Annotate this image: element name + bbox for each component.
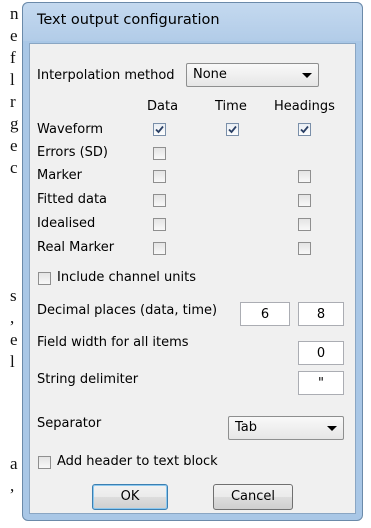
background-text: s xyxy=(10,286,17,305)
background-text: a xyxy=(10,454,18,473)
interpolation-value: None xyxy=(193,67,227,82)
real-marker-headings-checkbox[interactable] xyxy=(298,242,311,255)
checkmark-icon xyxy=(155,125,164,134)
include-units-checkbox[interactable] xyxy=(38,272,51,285)
marker-headings-checkbox[interactable] xyxy=(298,170,311,183)
string-delimiter-value: " xyxy=(318,376,324,391)
decimal-places-data-input[interactable]: 6 xyxy=(240,302,290,326)
decimal-places-data-value: 6 xyxy=(260,307,270,322)
string-delimiter-label: String delimiter xyxy=(37,372,139,387)
background-text: l xyxy=(10,70,15,89)
dialog-titlebar[interactable]: Text output configuration xyxy=(23,3,362,41)
chevron-down-icon xyxy=(327,426,337,431)
field-width-input[interactable]: 0 xyxy=(298,341,344,365)
row-label-idealised: Idealised xyxy=(37,216,96,231)
ok-button[interactable]: OK xyxy=(92,484,168,510)
column-header-headings: Headings xyxy=(274,99,335,114)
background-text: e xyxy=(10,26,18,45)
background-text: g xyxy=(10,114,19,133)
add-header-label[interactable]: Add header to text block xyxy=(57,454,218,469)
row-label-marker: Marker xyxy=(37,168,82,183)
background-text: , xyxy=(10,308,15,327)
row-label-fitted-data: Fitted data xyxy=(37,192,108,207)
field-width-label: Field width for all items xyxy=(37,335,189,350)
interpolation-select[interactable]: None xyxy=(186,63,319,87)
background-text: c xyxy=(10,158,18,177)
dialog-client-area: Interpolation method None Data Time Head… xyxy=(29,43,356,514)
decimal-places-time-value: 8 xyxy=(316,307,326,322)
row-label-real-marker: Real Marker xyxy=(37,240,115,255)
include-units-label[interactable]: Include channel units xyxy=(57,270,196,285)
separator-label: Separator xyxy=(37,416,102,431)
waveform-data-checkbox[interactable] xyxy=(153,123,166,136)
row-label-errors: Errors (SD) xyxy=(37,145,108,160)
waveform-headings-checkbox[interactable] xyxy=(298,123,311,136)
chevron-down-icon xyxy=(302,73,312,78)
text-output-dialog: Text output configuration Interpolation … xyxy=(22,2,363,521)
column-header-time: Time xyxy=(215,99,247,114)
dialog-title: Text output configuration xyxy=(37,12,220,28)
idealised-data-checkbox[interactable] xyxy=(153,218,166,231)
background-text: f xyxy=(10,48,16,67)
decimal-places-time-input[interactable]: 8 xyxy=(298,302,344,326)
interpolation-label: Interpolation method xyxy=(37,68,175,83)
field-width-value: 0 xyxy=(316,346,326,361)
background-text: e xyxy=(10,136,18,155)
background-text: r xyxy=(10,92,16,111)
errors-data-checkbox[interactable] xyxy=(153,147,166,160)
cancel-button[interactable]: Cancel xyxy=(213,484,293,510)
idealised-headings-checkbox[interactable] xyxy=(298,218,311,231)
checkmark-icon xyxy=(300,125,309,134)
add-header-checkbox[interactable] xyxy=(38,456,51,469)
marker-data-checkbox[interactable] xyxy=(153,170,166,183)
column-header-data: Data xyxy=(147,99,179,114)
separator-select[interactable]: Tab xyxy=(228,416,344,440)
background-text: l xyxy=(10,352,15,371)
background-text: n xyxy=(10,4,19,23)
page: n e f l r g e c s , e l a , Text output … xyxy=(0,0,371,528)
string-delimiter-input[interactable]: " xyxy=(298,371,344,395)
separator-value: Tab xyxy=(235,420,258,435)
waveform-time-checkbox[interactable] xyxy=(226,123,239,136)
checkmark-icon xyxy=(228,125,237,134)
fitted-data-headings-checkbox[interactable] xyxy=(298,194,311,207)
background-text: , xyxy=(10,476,15,495)
row-label-waveform: Waveform xyxy=(37,122,103,137)
background-text: e xyxy=(10,330,18,349)
decimal-places-label: Decimal places (data, time) xyxy=(37,303,218,318)
fitted-data-data-checkbox[interactable] xyxy=(153,194,166,207)
real-marker-data-checkbox[interactable] xyxy=(153,242,166,255)
